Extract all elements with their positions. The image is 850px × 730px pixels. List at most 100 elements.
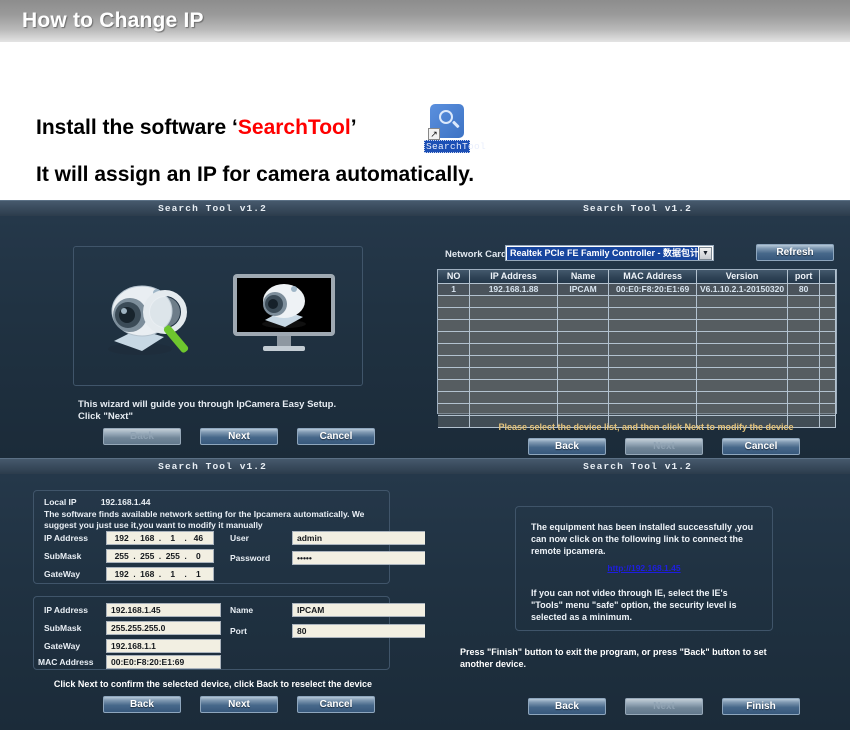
wizard-title-text: Search Tool v1.2	[158, 203, 267, 214]
device-readback-group: IP Address 192.168.1.45 SubMask 255.255.…	[33, 596, 432, 670]
table-row-empty[interactable]	[438, 403, 836, 416]
shortcut-arrow-icon: ↗	[428, 128, 440, 140]
config-back-button[interactable]: Back	[103, 696, 181, 713]
table-row-empty[interactable]	[438, 331, 836, 344]
gateway-label: GateWay	[44, 569, 81, 579]
empty-cell	[787, 379, 821, 392]
device-list-window: Search Tool v1.2 Network Card Realtek PC…	[425, 200, 850, 458]
devicelist-back-button[interactable]: Back	[528, 438, 606, 455]
gateway-input[interactable]: 192. 168. 1. 1	[106, 567, 214, 581]
wizard-cancel-button[interactable]: Cancel	[297, 428, 375, 445]
submask-octet-4: 0	[195, 551, 201, 561]
empty-cell	[438, 355, 471, 368]
readback-port-value[interactable]: 80	[292, 624, 432, 638]
empty-cell	[469, 367, 558, 380]
empty-cell	[819, 367, 836, 380]
config-body: Local IP 192.168.1.44 The software finds…	[0, 474, 432, 730]
readback-mac-value[interactable]: 00:E0:F8:20:E1:69	[106, 655, 221, 669]
empty-cell	[469, 391, 558, 404]
submask-input[interactable]: 255. 255. 255. 0	[106, 549, 214, 563]
table-row-empty[interactable]	[438, 379, 836, 392]
empty-cell	[608, 343, 697, 356]
empty-cell	[696, 403, 789, 416]
readback-gateway-row: GateWay 192.168.1.1	[44, 639, 221, 653]
empty-cell	[696, 391, 789, 404]
readback-submask-label: SubMask	[44, 623, 82, 633]
readback-gateway-value[interactable]: 192.168.1.1	[106, 639, 221, 653]
searchtool-desktop-shortcut[interactable]: ↗ SearchTool	[424, 104, 486, 153]
table-row-empty[interactable]	[438, 391, 836, 404]
empty-cell	[608, 355, 697, 368]
refresh-button[interactable]: Refresh	[756, 244, 834, 261]
table-row[interactable]: 1 192.168.1.88 IPCAM 00:E0:F8:20:E1:69 V6.1.…	[438, 283, 836, 296]
wizard-body: This wizard will guide you through IpCam…	[0, 216, 425, 458]
local-ip-row: Local IP 192.168.1.44	[44, 497, 150, 507]
screenshot-collage: HQCAM Search Tool v1.2	[0, 200, 850, 730]
table-row-empty[interactable]	[438, 295, 836, 308]
user-row: User admin	[230, 531, 432, 545]
empty-cell	[819, 355, 836, 368]
empty-cell	[469, 355, 558, 368]
ip-octet-1: 192	[114, 533, 129, 543]
network-card-value: Realtek PCIe FE Family Controller - 数据包计…	[507, 246, 698, 260]
readback-name-value[interactable]: IPCAM	[292, 603, 432, 617]
page-title: How to Change IP	[22, 9, 204, 32]
empty-cell	[696, 379, 789, 392]
ip-address-input[interactable]: 192. 168. 1. 46	[106, 531, 214, 545]
wizard-back-button[interactable]: Back	[103, 428, 181, 445]
ip-address-row: IP Address 192. 168. 1. 46	[44, 531, 214, 545]
network-card-select[interactable]: Realtek PCIe FE Family Controller - 数据包计…	[505, 245, 714, 261]
ip-octet-4: 46	[193, 533, 204, 543]
submask-label: SubMask	[44, 551, 82, 561]
submask-octet-3: 255	[165, 551, 180, 561]
empty-cell	[696, 319, 789, 332]
ip-octet-2: 168	[140, 533, 155, 543]
empty-cell	[819, 343, 836, 356]
devicelist-cancel-button[interactable]: Cancel	[722, 438, 800, 455]
finish-finish-button[interactable]: Finish	[722, 698, 800, 715]
table-row-empty[interactable]	[438, 319, 836, 332]
ip-address-label: IP Address	[44, 533, 88, 543]
device-list-body: Network Card Realtek PCIe FE Family Cont…	[425, 216, 850, 458]
chevron-down-icon[interactable]: ▼	[699, 246, 712, 260]
readback-submask-value[interactable]: 255.255.255.0	[106, 621, 221, 635]
device-list-title-text: Search Tool v1.2	[583, 203, 692, 214]
empty-cell	[438, 367, 471, 380]
finish-next-button[interactable]: Next	[625, 698, 703, 715]
intro-line-1: Install the software ‘SearchTool’	[36, 116, 357, 140]
user-input[interactable]: admin	[292, 531, 432, 545]
device-row-mac: 00:E0:F8:20:E1:69	[608, 283, 697, 296]
empty-cell	[608, 367, 697, 380]
password-input[interactable]: •••••	[292, 551, 432, 565]
finish-back-button[interactable]: Back	[528, 698, 606, 715]
finish-titlebar: Search Tool v1.2	[425, 458, 850, 474]
table-row-empty[interactable]	[438, 343, 836, 356]
camera-magnifier-icon	[108, 285, 189, 355]
empty-cell	[557, 307, 610, 320]
wizard-next-button[interactable]: Next	[200, 428, 278, 445]
config-cancel-button[interactable]: Cancel	[297, 696, 375, 713]
camera-link[interactable]: http://192.168.1.45	[516, 563, 772, 573]
readback-ip-value[interactable]: 192.168.1.45	[106, 603, 221, 617]
device-table[interactable]: NO IP Address Name MAC Address Version p…	[437, 269, 837, 428]
table-row-empty[interactable]	[438, 367, 836, 380]
empty-cell	[438, 343, 471, 356]
table-row-empty[interactable]	[438, 355, 836, 368]
finish-title-text: Search Tool v1.2	[583, 461, 692, 472]
readback-name-label: Name	[230, 605, 254, 615]
empty-cell	[696, 355, 789, 368]
wizard-button-row: Back Next Cancel	[103, 428, 375, 445]
empty-cell	[438, 379, 471, 392]
empty-cell	[557, 367, 610, 380]
empty-cell	[438, 403, 471, 416]
finish-message-box: The equipment has been installed success…	[515, 506, 773, 631]
intro-line-1-prefix: Install the software ‘	[36, 116, 238, 139]
empty-cell	[696, 343, 789, 356]
password-row: Password •••••	[230, 551, 432, 565]
col-no: NO	[438, 270, 471, 284]
table-row-empty[interactable]	[438, 307, 836, 320]
device-row-spacer	[819, 283, 836, 296]
devicelist-next-button[interactable]: Next	[625, 438, 703, 455]
config-next-button[interactable]: Next	[200, 696, 278, 713]
gateway-octet-3: 1	[170, 569, 176, 579]
